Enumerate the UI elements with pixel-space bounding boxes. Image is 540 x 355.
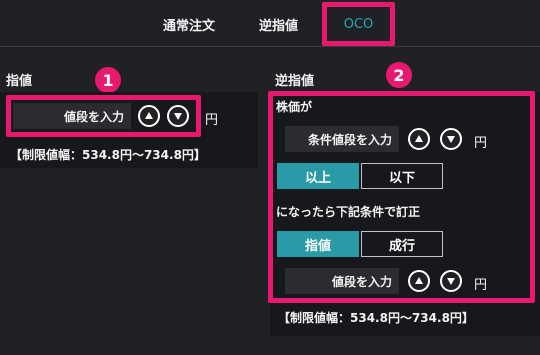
tab-normal-order[interactable]: 通常注文 xyxy=(163,15,215,34)
callout-badge-1: 1 xyxy=(95,67,121,93)
triangle-down-icon xyxy=(447,278,455,285)
stop-price-input[interactable]: 値段を入力 xyxy=(285,268,399,294)
stop-section-title: 逆指値 xyxy=(275,74,315,89)
triangle-down-icon xyxy=(447,136,455,143)
limit-price-up-button[interactable] xyxy=(138,105,160,127)
triangle-up-icon xyxy=(415,277,423,284)
limit-range-text: 【制限値幅：534.8円～734.8円】 xyxy=(10,148,206,162)
direction-option-below[interactable]: 以下 xyxy=(361,163,443,189)
tab-stop-order[interactable]: 逆指値 xyxy=(259,15,298,34)
triangle-down-icon xyxy=(174,113,182,120)
limit-price-input[interactable]: 値段を入力 xyxy=(13,103,131,129)
condition-label: 株価が xyxy=(276,100,313,114)
then-label: になったら下記条件で訂正 xyxy=(276,205,421,219)
stop-price-unit: 円 xyxy=(474,278,488,293)
limit-section-title: 指値 xyxy=(6,74,33,89)
limit-price-unit: 円 xyxy=(205,113,219,128)
order-type-limit[interactable]: 指値 xyxy=(277,231,359,257)
condition-price-input[interactable]: 条件値段を入力 xyxy=(285,126,399,152)
order-type-tabs: 通常注文 逆指値 OCO xyxy=(0,0,540,46)
limit-price-down-button[interactable] xyxy=(167,105,189,127)
stop-limit-range-text: 【制限値幅：534.8円～734.8円】 xyxy=(278,311,474,325)
tab-oco-label: OCO xyxy=(343,16,374,32)
triangle-up-icon xyxy=(145,112,153,119)
callout-badge-2: 2 xyxy=(386,62,412,88)
order-type-market[interactable]: 成行 xyxy=(361,231,443,257)
condition-price-down-button[interactable] xyxy=(440,128,462,150)
stop-price-down-button[interactable] xyxy=(440,270,462,292)
tabs-divider xyxy=(0,46,540,47)
tab-oco[interactable]: OCO xyxy=(322,2,395,46)
direction-option-above[interactable]: 以上 xyxy=(277,163,359,189)
stop-price-up-button[interactable] xyxy=(408,270,430,292)
condition-price-unit: 円 xyxy=(474,136,488,151)
triangle-up-icon xyxy=(415,135,423,142)
condition-price-up-button[interactable] xyxy=(408,128,430,150)
